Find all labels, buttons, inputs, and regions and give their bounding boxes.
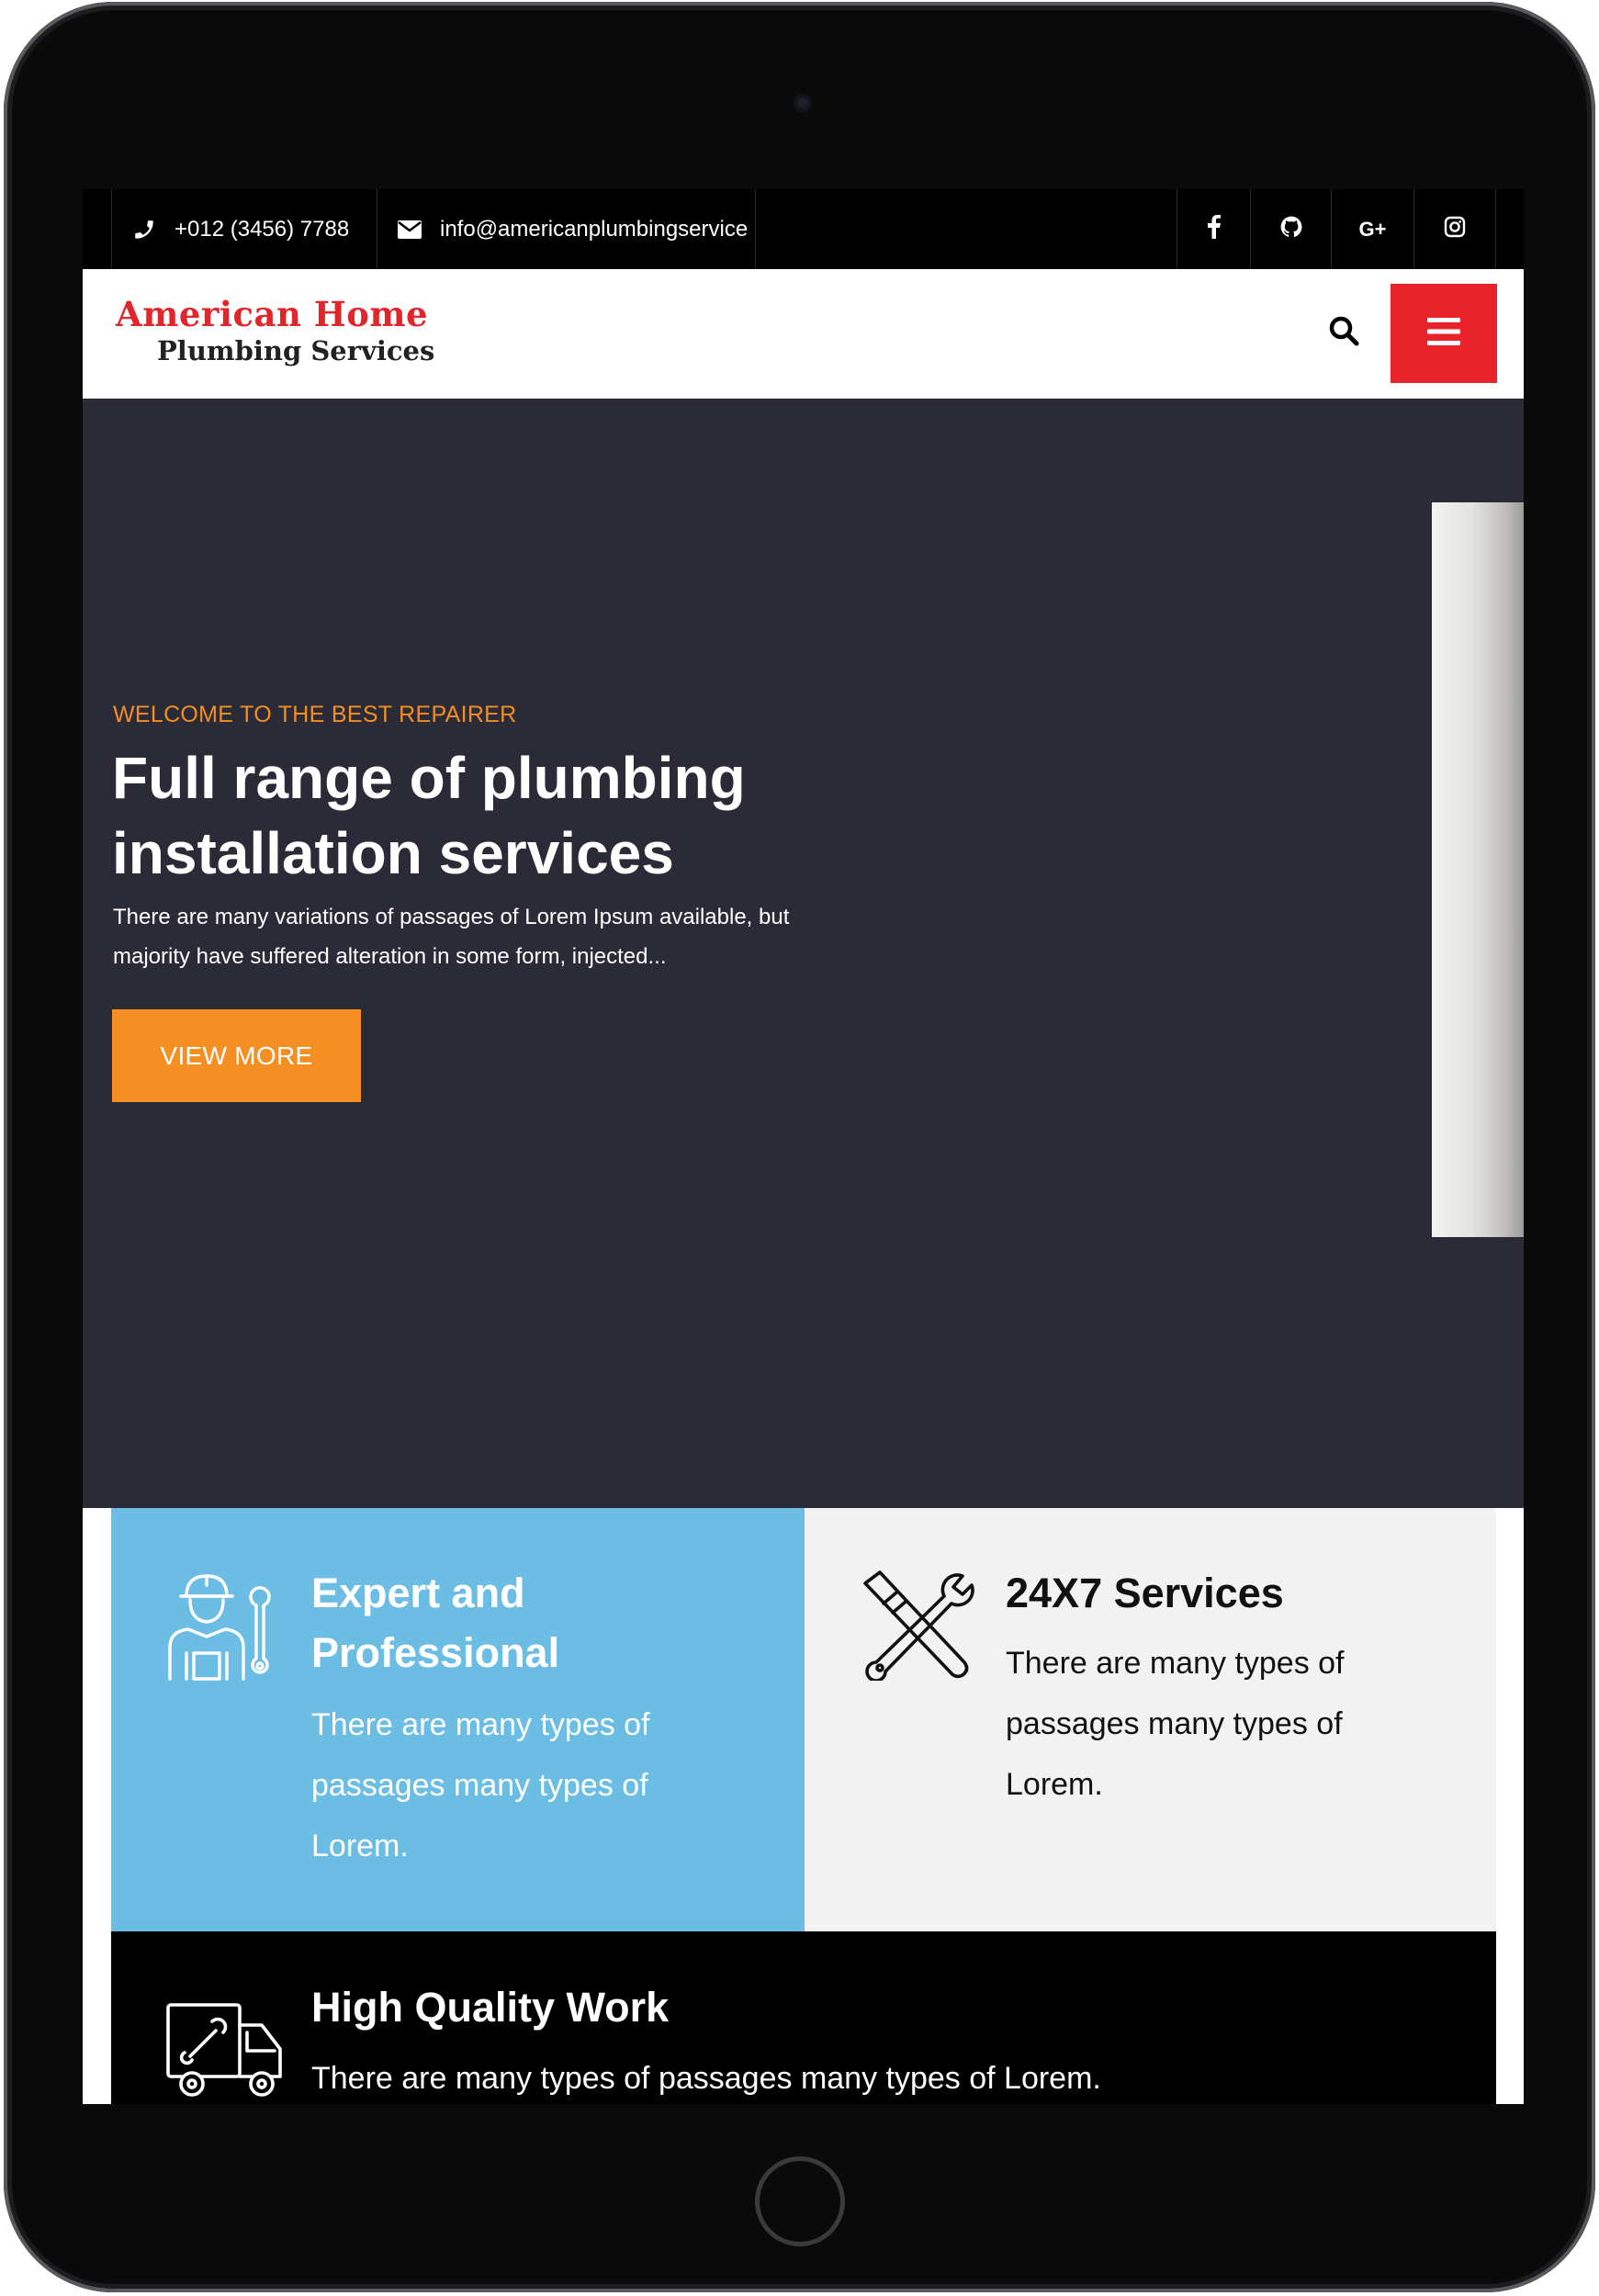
phone-icon [132, 218, 156, 242]
github-link[interactable] [1250, 189, 1331, 269]
site-header: American Home Plumbing Services [83, 269, 1524, 399]
website-viewport: +012 (3456) 7788 info@americanplumbingse… [83, 189, 1524, 2104]
instagram-icon [1444, 216, 1466, 243]
hamburger-menu-icon [1427, 317, 1460, 350]
view-more-button[interactable]: VIEW MORE [112, 1009, 361, 1102]
logo-line-2: Plumbing Services [157, 335, 435, 366]
feature-title: High Quality Work [311, 1984, 670, 2031]
service-truck-icon [164, 2001, 286, 2104]
hero-eyebrow: WELCOME TO THE BEST REPAIRER [113, 702, 517, 727]
hero-description: There are many variations of passages of… [113, 905, 790, 969]
phone-number: +012 (3456) 7788 [175, 216, 350, 242]
front-camera [794, 94, 812, 112]
hero-section: WELCOME TO THE BEST REPAIRER Full range … [83, 399, 1524, 1508]
facebook-icon [1207, 214, 1221, 244]
search-button[interactable] [1323, 311, 1365, 354]
instagram-link[interactable] [1413, 189, 1496, 269]
wrench-tools-icon [856, 1567, 979, 1685]
hero-title: Full range of plumbing installation serv… [112, 745, 746, 886]
plumber-worker-icon [164, 1569, 278, 1687]
feature-quality: High Quality Work There are many types o… [111, 1931, 1496, 2104]
facebook-link[interactable] [1177, 189, 1250, 269]
menu-toggle-button[interactable] [1391, 284, 1497, 383]
github-icon [1279, 215, 1303, 244]
feature-title: Expert and Professional [311, 1570, 560, 1676]
feature-expert: Expert and Professional There are many t… [111, 1508, 805, 1931]
phone-contact[interactable]: +012 (3456) 7788 [111, 189, 377, 269]
feature-text: There are many types of passages many ty… [311, 1707, 650, 1863]
logo-line-1: American Home [116, 294, 429, 334]
feature-text: There are many types of passages many ty… [311, 2061, 1101, 2096]
tablet-frame: +012 (3456) 7788 info@americanplumbingse… [4, 2, 1595, 2292]
email-contact[interactable]: info@americanplumbingservice [377, 189, 756, 269]
feature-text: There are many types of passages many ty… [1006, 1646, 1345, 1802]
feature-title: 24X7 Services [1006, 1570, 1284, 1616]
google-plus-icon: G+ [1358, 217, 1387, 241]
feature-24x7: 24X7 Services There are many types of pa… [805, 1508, 1496, 1931]
search-icon [1328, 315, 1359, 351]
top-contact-bar: +012 (3456) 7788 info@americanplumbingse… [83, 189, 1524, 269]
google-plus-link[interactable]: G+ [1331, 189, 1413, 269]
email-address: info@americanplumbingservice [440, 216, 749, 242]
envelope-icon [398, 218, 422, 242]
home-button[interactable] [755, 2156, 845, 2246]
hero-slide-image [1432, 502, 1524, 1237]
